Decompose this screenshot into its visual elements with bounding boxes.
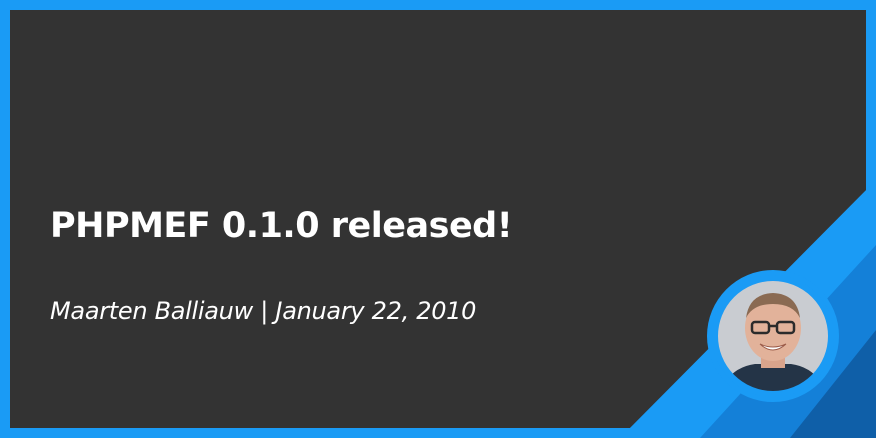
byline-separator: | — [260, 297, 269, 325]
post-date: January 22, 2010 — [275, 297, 477, 325]
post-byline: Maarten Balliauw | January 22, 2010 — [50, 297, 476, 325]
post-title: PHPMEF 0.1.0 released! — [50, 206, 513, 246]
author-avatar — [707, 270, 839, 402]
post-card: PHPMEF 0.1.0 released! Maarten Balliauw … — [0, 0, 876, 438]
author-name: Maarten Balliauw — [50, 297, 253, 325]
